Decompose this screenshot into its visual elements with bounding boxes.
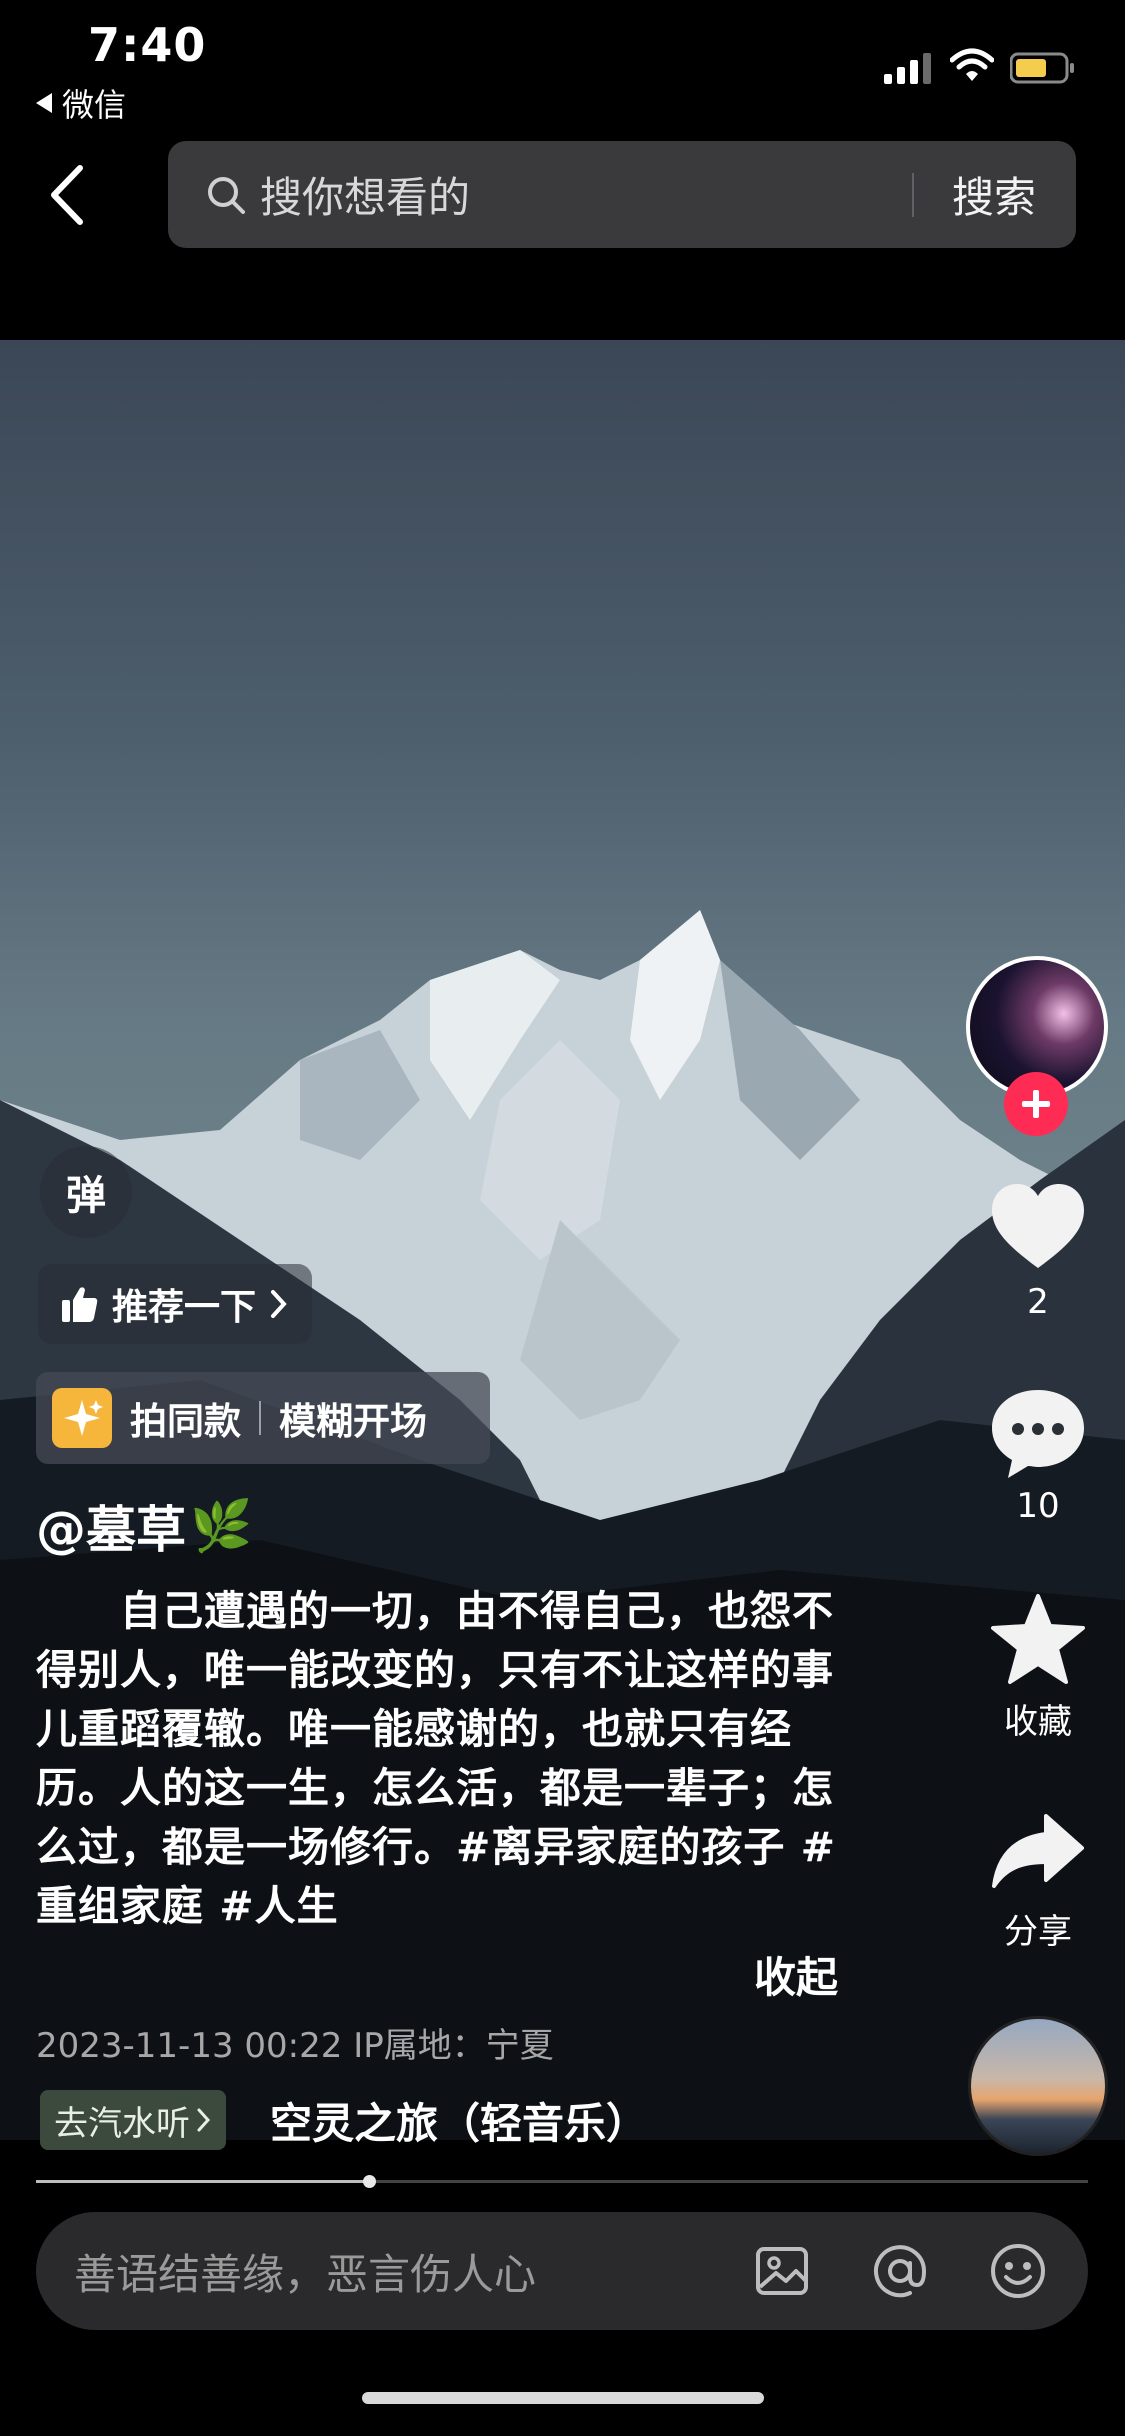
playback-progress-bar[interactable] xyxy=(36,2180,1088,2183)
comment-input[interactable]: 善语结善缘，恶言伤人心 xyxy=(36,2241,752,2302)
author-name[interactable]: @墓草 🌿 xyxy=(36,1490,252,1562)
same-style-label: 拍同款 xyxy=(130,1400,241,1443)
chevron-right-icon xyxy=(271,1290,287,1318)
music-disc[interactable] xyxy=(968,2016,1108,2156)
like-count: 2 xyxy=(1027,1282,1049,1322)
search-bar[interactable]: 搜你想看的 搜索 xyxy=(168,141,1076,248)
plus-icon xyxy=(1022,1090,1050,1118)
heart-icon xyxy=(992,1184,1084,1268)
share-arrow-icon xyxy=(992,1814,1084,1888)
search-input[interactable]: 搜你想看的 xyxy=(260,164,912,225)
share-button[interactable]: 分享 xyxy=(983,1810,1093,1953)
favorite-label: 收藏 xyxy=(1004,1702,1072,1742)
same-style-button[interactable]: 拍同款 模糊开场 xyxy=(36,1372,490,1464)
comment-input-bar[interactable]: 善语结善缘，恶言伤人心 xyxy=(36,2212,1088,2330)
share-label: 分享 xyxy=(1004,1912,1072,1952)
author-handle: @墓草 xyxy=(36,1501,186,1559)
music-source-label: 去汽水听 xyxy=(54,2103,190,2144)
wifi-icon xyxy=(950,48,994,81)
back-to-app-link[interactable]: 微信 xyxy=(36,80,126,126)
same-style-effect: 模糊开场 xyxy=(279,1400,427,1443)
home-indicator[interactable] xyxy=(362,2392,764,2404)
video-caption: 自己遭遇的一切，由不得自己，也怨不得别人，唯一能改变的，只有不让这样的事儿重蹈覆… xyxy=(36,1587,836,1930)
danmu-toggle-button[interactable]: 弹 xyxy=(40,1146,132,1238)
mention-at-icon[interactable] xyxy=(870,2241,930,2301)
sparkle-icon xyxy=(52,1388,112,1448)
cellular-signal-icon xyxy=(884,53,931,84)
thumbs-up-icon xyxy=(62,1287,98,1322)
status-time: 7:40 xyxy=(88,18,207,72)
post-meta: 2023-11-13 00:22 IP属地：宁夏 xyxy=(36,2026,554,2066)
search-icon xyxy=(208,176,245,214)
recommend-label: 推荐一下 xyxy=(112,1287,257,1328)
emoji-smile-icon[interactable] xyxy=(988,2241,1048,2301)
recommend-button[interactable]: 推荐一下 xyxy=(38,1264,313,1344)
same-style-divider xyxy=(259,1401,261,1435)
battery-icon xyxy=(1010,52,1074,84)
back-triangle-icon xyxy=(36,93,52,113)
favorite-button[interactable]: 收藏 xyxy=(983,1592,1093,1743)
star-icon xyxy=(991,1594,1085,1684)
collapse-caption-button[interactable]: 收起 xyxy=(754,1944,838,2005)
chevron-right-icon xyxy=(197,2108,211,2132)
back-arrow-icon[interactable] xyxy=(44,160,94,230)
back-app-label: 微信 xyxy=(62,86,127,124)
comment-bubble-icon xyxy=(992,1390,1084,1478)
comment-button[interactable]: 10 xyxy=(983,1386,1093,1526)
follow-button[interactable] xyxy=(1004,1072,1068,1136)
search-button[interactable]: 搜索 xyxy=(914,164,1076,225)
image-icon[interactable] xyxy=(752,2241,812,2301)
like-button[interactable]: 2 xyxy=(983,1180,1093,1322)
music-title[interactable]: 空灵之旅（轻音乐） xyxy=(270,2090,648,2151)
playback-progress-knob[interactable] xyxy=(363,2175,377,2188)
music-source-button[interactable]: 去汽水听 xyxy=(40,2090,226,2150)
playback-progress-fill xyxy=(36,2180,370,2183)
leaf-emoji-icon: 🌿 xyxy=(190,1496,253,1555)
comment-count: 10 xyxy=(1016,1486,1060,1526)
